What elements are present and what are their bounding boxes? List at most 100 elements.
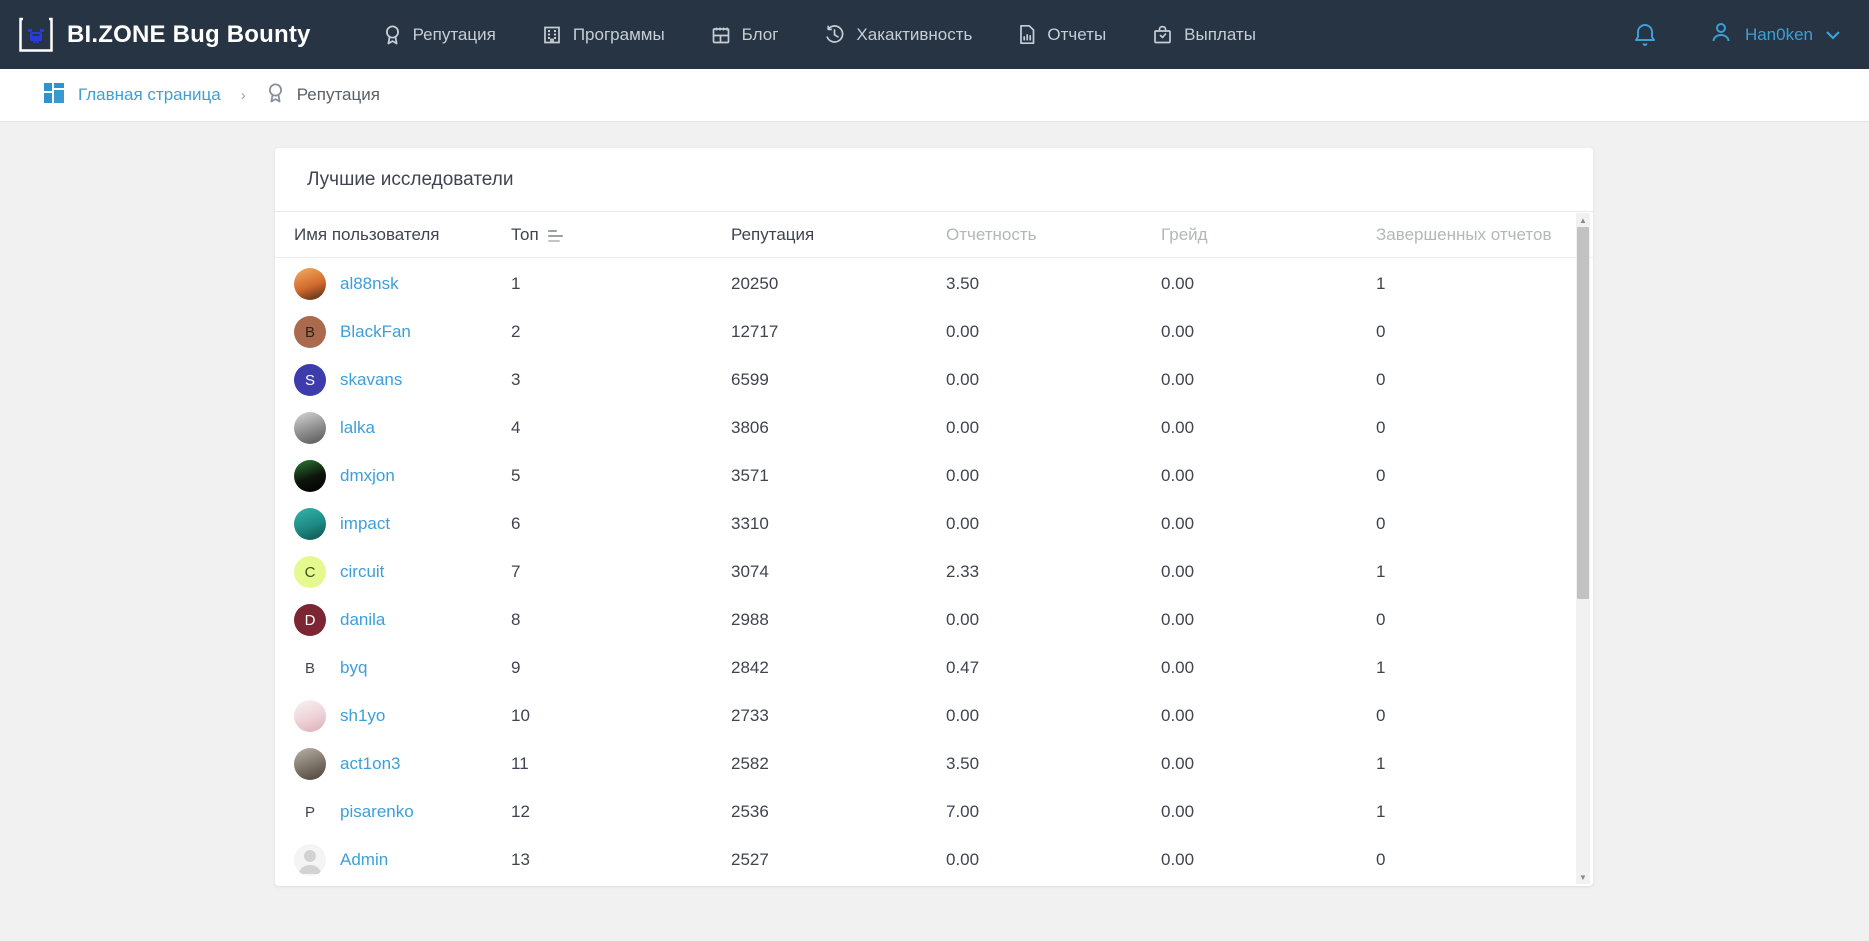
avatar: P (294, 796, 326, 828)
nav-item-label: Блог (742, 25, 779, 45)
reporting-value: 0.00 (946, 322, 1161, 342)
scroll-down-arrow[interactable]: ▼ (1576, 870, 1590, 884)
reputation-value: 3571 (731, 466, 946, 486)
top-value: 10 (511, 706, 731, 726)
medal-icon (266, 82, 285, 109)
notifications-bell-icon[interactable] (1633, 22, 1657, 48)
username-link[interactable]: lalka (340, 418, 375, 438)
table-row[interactable]: B byq 9 2842 0.47 0.00 1 (275, 644, 1593, 692)
username-link[interactable]: byq (340, 658, 367, 678)
bizone-logo-icon (17, 16, 55, 54)
table-row[interactable]: dmxjon 5 3571 0.00 0.00 0 (275, 452, 1593, 500)
sort-icon[interactable] (548, 230, 563, 242)
payments-icon (1152, 25, 1173, 45)
username-link[interactable]: Admin (340, 850, 388, 870)
nav-item-history[interactable]: Хакактивность (824, 24, 972, 45)
table-row[interactable]: P pisarenko 12 2536 7.00 0.00 1 (275, 788, 1593, 836)
nav-item-building[interactable]: Программы (542, 25, 665, 45)
nav-item-payments[interactable]: Выплаты (1152, 25, 1256, 45)
completed-value: 0 (1376, 370, 1569, 390)
top-value: 9 (511, 658, 731, 678)
breadcrumb-current-label: Репутация (297, 85, 380, 105)
table-row[interactable]: S skavans 3 6599 0.00 0.00 0 (275, 356, 1593, 404)
reputation-value: 2536 (731, 802, 946, 822)
chevron-down-icon (1825, 25, 1841, 45)
account-menu[interactable]: Han0ken (1709, 20, 1841, 49)
building-icon (542, 25, 562, 45)
column-header-label: Топ (511, 225, 539, 245)
username-link[interactable]: skavans (340, 370, 402, 390)
table-row[interactable]: Admin 13 2527 0.00 0.00 0 (275, 836, 1593, 884)
completed-value: 1 (1376, 274, 1569, 294)
avatar: D (294, 604, 326, 636)
username-link[interactable]: impact (340, 514, 390, 534)
breadcrumb-home-link[interactable]: Главная страница (78, 85, 221, 105)
table-row[interactable]: act1on3 11 2582 3.50 0.00 1 (275, 740, 1593, 788)
column-header-label: Грейд (1161, 225, 1208, 245)
breadcrumb: Главная страница › Репутация (0, 69, 1869, 122)
username-link[interactable]: pisarenko (340, 802, 414, 822)
grade-value: 0.00 (1161, 658, 1376, 678)
table-row[interactable]: B BlackFan 2 12717 0.00 0.00 0 (275, 308, 1593, 356)
reporting-value: 0.00 (946, 370, 1161, 390)
history-icon (824, 24, 845, 45)
reporting-value: 0.00 (946, 418, 1161, 438)
column-header: Репутация (731, 225, 946, 245)
medal-icon (383, 24, 402, 46)
username-link[interactable]: act1on3 (340, 754, 401, 774)
table-row[interactable]: impact 6 3310 0.00 0.00 0 (275, 500, 1593, 548)
nav-item-label: Хакактивность (856, 25, 972, 45)
username-link[interactable]: al88nsk (340, 274, 399, 294)
nav-item-blog[interactable]: Блог (711, 25, 779, 45)
username-link[interactable]: dmxjon (340, 466, 395, 486)
grade-value: 0.00 (1161, 274, 1376, 294)
column-header[interactable]: Топ (511, 225, 731, 245)
avatar (294, 268, 326, 300)
account-username: Han0ken (1745, 25, 1813, 45)
grade-value: 0.00 (1161, 610, 1376, 630)
reputation-value: 2582 (731, 754, 946, 774)
completed-value: 0 (1376, 850, 1569, 870)
grade-value: 0.00 (1161, 850, 1376, 870)
table-row[interactable]: al88nsk 1 20250 3.50 0.00 1 (275, 260, 1593, 308)
nav-item-report[interactable]: Отчеты (1018, 24, 1106, 45)
table-row[interactable]: C circuit 7 3074 2.33 0.00 1 (275, 548, 1593, 596)
top-value: 2 (511, 322, 731, 342)
scrollbar-thumb[interactable] (1577, 227, 1589, 599)
avatar: B (294, 652, 326, 684)
reputation-value: 3806 (731, 418, 946, 438)
top-value: 5 (511, 466, 731, 486)
reporting-value: 3.50 (946, 274, 1161, 294)
vertical-scrollbar[interactable]: ▲ ▼ (1576, 213, 1590, 884)
brand-logo[interactable]: BI.ZONE Bug Bounty (17, 16, 311, 54)
username-link[interactable]: sh1yo (340, 706, 385, 726)
reporting-value: 0.00 (946, 850, 1161, 870)
avatar (294, 412, 326, 444)
table-row[interactable]: D danila 8 2988 0.00 0.00 0 (275, 596, 1593, 644)
column-header-label: Отчетность (946, 225, 1037, 245)
username-link[interactable]: BlackFan (340, 322, 411, 342)
nav-item-medal[interactable]: Репутация (383, 24, 496, 46)
reputation-value: 2733 (731, 706, 946, 726)
column-header-label: Репутация (731, 225, 814, 245)
brand-title: BI.ZONE Bug Bounty (67, 21, 311, 49)
home-grid-icon (44, 83, 64, 108)
username-link[interactable]: danila (340, 610, 385, 630)
scroll-up-arrow[interactable]: ▲ (1576, 213, 1590, 227)
card-title: Лучшие исследователи (307, 169, 513, 191)
completed-value: 0 (1376, 610, 1569, 630)
column-header: Отчетность (946, 225, 1161, 245)
top-value: 3 (511, 370, 731, 390)
top-navigation: BI.ZONE Bug Bounty Репутация Программы Бло… (0, 0, 1869, 69)
top-value: 7 (511, 562, 731, 582)
avatar: C (294, 556, 326, 588)
person-placeholder-icon (294, 844, 326, 876)
main-menu: Репутация Программы Блог Хакактивность Отчет… (383, 24, 1256, 46)
top-value: 4 (511, 418, 731, 438)
table-row[interactable]: sh1yo 10 2733 0.00 0.00 0 (275, 692, 1593, 740)
completed-value: 0 (1376, 322, 1569, 342)
column-header-label: Имя пользователя (294, 225, 440, 245)
username-link[interactable]: circuit (340, 562, 384, 582)
scrollbar-track[interactable] (1576, 227, 1590, 870)
table-row[interactable]: lalka 4 3806 0.00 0.00 0 (275, 404, 1593, 452)
